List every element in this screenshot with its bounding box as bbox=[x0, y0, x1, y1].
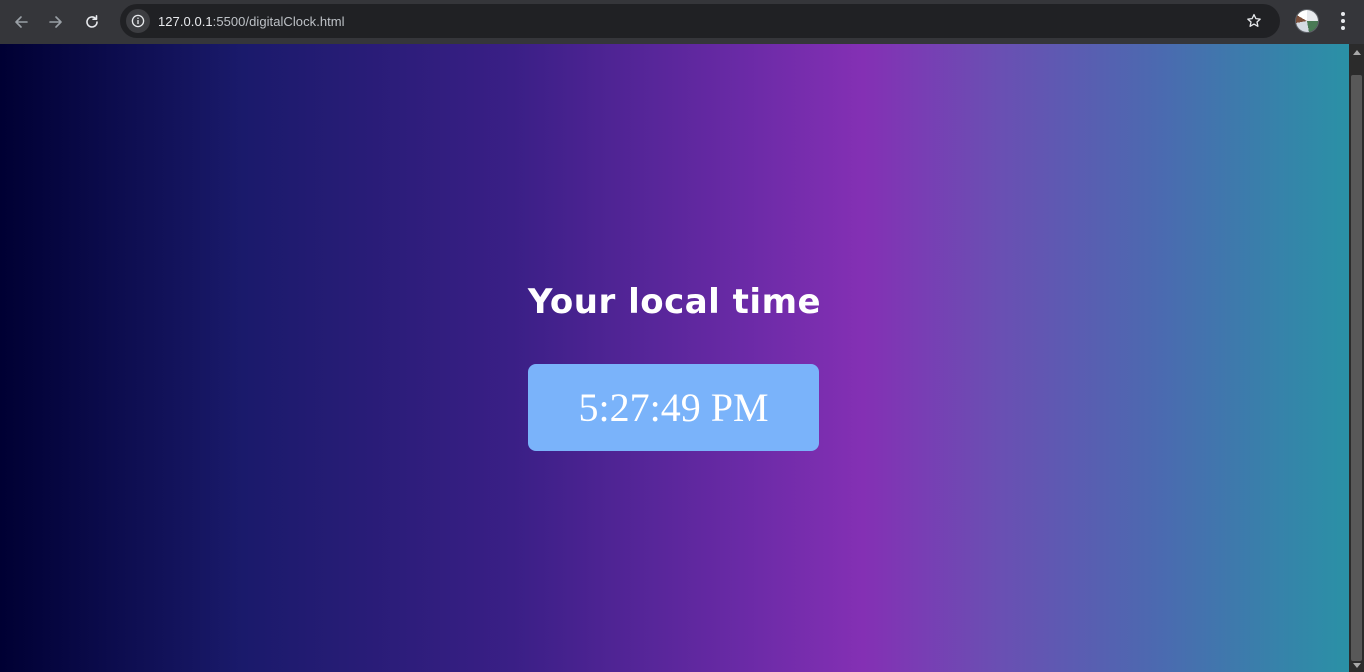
avatar[interactable] bbox=[1296, 10, 1318, 32]
reload-icon bbox=[86, 15, 98, 28]
scroll-down-arrow-icon[interactable] bbox=[1353, 663, 1361, 668]
address-bar[interactable]: 127.0.0.1:5500/digitalClock.html bbox=[120, 4, 1280, 38]
menu-dot bbox=[1341, 12, 1345, 16]
scroll-up-arrow-icon[interactable] bbox=[1353, 50, 1361, 55]
menu-dot bbox=[1341, 19, 1345, 23]
url-text[interactable]: 127.0.0.1:5500/digitalClock.html bbox=[158, 14, 345, 29]
browser-toolbar: 127.0.0.1:5500/digitalClock.html bbox=[0, 0, 1364, 44]
menu-dot bbox=[1341, 26, 1345, 30]
kebab-menu-icon[interactable] bbox=[1333, 10, 1353, 32]
page-viewport: Your local time 5:27:49 PM bbox=[0, 44, 1349, 672]
url-path: :5500/digitalClock.html bbox=[212, 13, 345, 29]
reload-button[interactable] bbox=[80, 10, 104, 34]
clock-time: 5:27:49 PM bbox=[578, 384, 769, 430]
star-icon bbox=[1247, 13, 1261, 27]
vertical-scrollbar[interactable] bbox=[1349, 44, 1364, 672]
site-info-button[interactable] bbox=[126, 9, 150, 33]
back-button[interactable] bbox=[9, 10, 33, 34]
forward-button[interactable] bbox=[44, 10, 68, 34]
page-title: Your local time bbox=[527, 282, 822, 322]
forward-arrow-icon bbox=[49, 16, 62, 28]
url-host: 127.0.0.1 bbox=[158, 13, 213, 29]
info-icon bbox=[131, 14, 145, 28]
scroll-thumb[interactable] bbox=[1351, 75, 1362, 661]
clock-display: 5:27:49 PM bbox=[528, 364, 819, 451]
bookmark-button[interactable] bbox=[1242, 9, 1266, 33]
back-arrow-icon bbox=[15, 16, 28, 28]
